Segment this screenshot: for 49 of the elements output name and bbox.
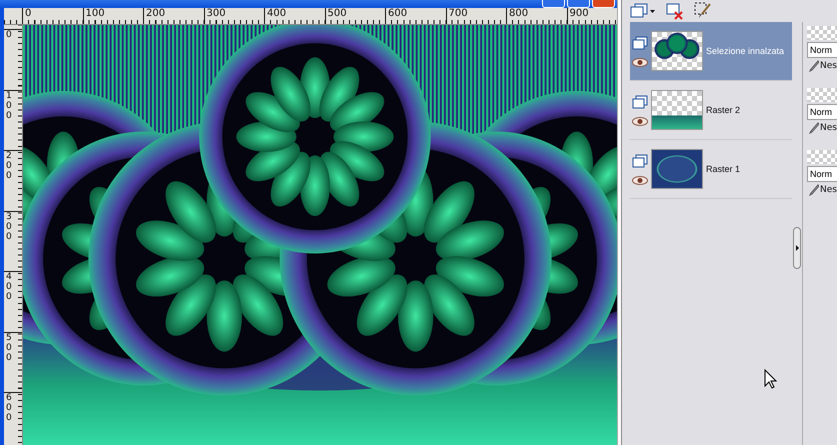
ruler-label: 0 [6,30,13,40]
ruler-label: 500 [328,8,347,19]
eye-icon[interactable] [632,116,648,126]
ruler-label: 100 [86,8,105,19]
layer-icon [632,36,648,50]
layer-thumbnail [651,149,703,189]
selection-brush-icon[interactable] [694,2,712,20]
close-button[interactable] [592,0,615,8]
ruler-label: 600 [6,393,13,423]
opacity-swatch [807,26,837,40]
blend-mode-field[interactable]: Norm [807,42,837,58]
ruler-label: 900 [570,8,589,19]
blend-mode-field[interactable]: Norm [807,166,837,182]
eye-icon[interactable] [632,58,648,66]
eye-icon[interactable] [632,176,648,184]
layer-thumbnail [651,90,703,130]
ruler-label: 800 [509,8,528,19]
ruler-label: 200 [146,8,166,19]
ruler-label: 600 [388,8,408,19]
layer-name: Selezione innalzata [706,46,786,56]
layer-thumbnail [651,31,703,71]
ruler-label: 200 [6,151,13,181]
ruler-label: 700 [448,8,468,19]
blend-label: Nes [820,185,837,195]
opacity-swatch [807,150,837,164]
brush-icon [807,60,819,72]
layer-name: Raster 1 [706,164,742,174]
ruler-label: 0 [25,8,32,19]
delete-layer-icon[interactable] [666,2,684,20]
ruler-label: 400 [267,8,286,19]
layer-icon [632,94,648,108]
layer-name: Raster 2 [706,105,742,115]
ruler-label: 100 [6,90,13,120]
pointer-icon [764,369,777,389]
blend-mode-field[interactable]: Norm [807,104,837,120]
opacity-swatch [807,88,837,102]
ruler-label: 300 [6,212,13,242]
new-layer-icon[interactable] [630,3,656,19]
blend-label: Nes [820,61,837,71]
layer-icon [632,154,648,168]
minimize-button[interactable] [542,0,565,8]
blend-label: Nes [820,123,837,133]
brush-icon [807,122,819,134]
ruler-label: 500 [6,332,13,362]
maximize-button[interactable] [567,0,590,8]
brush-icon [807,184,819,196]
expand-handle-icon[interactable] [793,227,801,269]
ruler-label: 300 [206,8,226,19]
ruler-label: 400 [6,272,13,302]
